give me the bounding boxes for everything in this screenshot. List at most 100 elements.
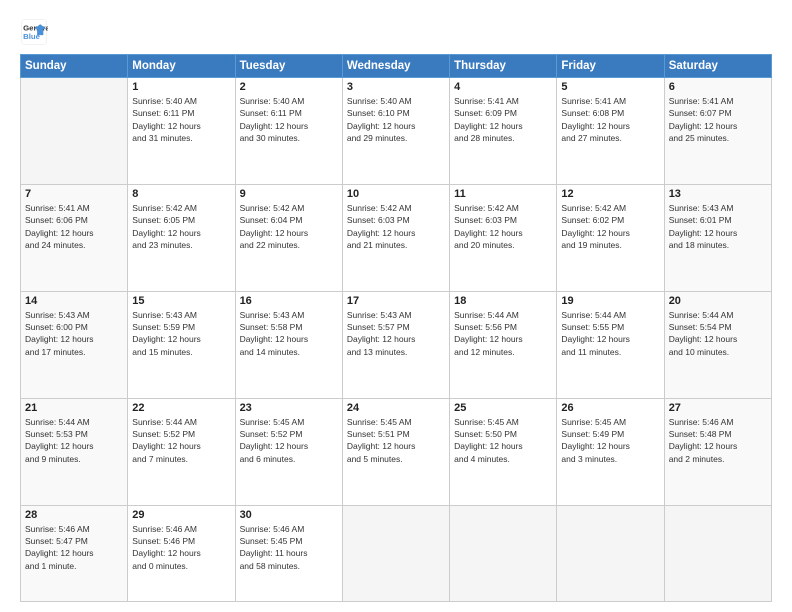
- calendar-day-cell: [21, 78, 128, 185]
- day-number: 29: [132, 509, 230, 521]
- day-info: Sunrise: 5:40 AMSunset: 6:11 PMDaylight:…: [240, 95, 338, 144]
- day-number: 12: [561, 188, 659, 200]
- day-number: 17: [347, 295, 445, 307]
- calendar-day-cell: 25 Sunrise: 5:45 AMSunset: 5:50 PMDayligh…: [450, 398, 557, 505]
- day-number: 11: [454, 188, 552, 200]
- day-number: 16: [240, 295, 338, 307]
- calendar-day-cell: 29 Sunrise: 5:46 AMSunset: 5:46 PMDayligh…: [128, 505, 235, 601]
- day-info: Sunrise: 5:46 AMSunset: 5:46 PMDaylight:…: [132, 523, 230, 572]
- day-info: Sunrise: 5:42 AMSunset: 6:02 PMDaylight:…: [561, 202, 659, 251]
- day-info: Sunrise: 5:41 AMSunset: 6:07 PMDaylight:…: [669, 95, 767, 144]
- day-info: Sunrise: 5:44 AMSunset: 5:55 PMDaylight:…: [561, 309, 659, 358]
- weekday-header-friday: Friday: [557, 55, 664, 78]
- calendar-day-cell: 18Sunrise: 5:44 AMSunset: 5:56 PMDayligh…: [450, 291, 557, 398]
- calendar-day-cell: 13 Sunrise: 5:43 AMSunset: 6:01 PMDayligh…: [664, 184, 771, 291]
- day-info: Sunrise: 5:41 AMSunset: 6:08 PMDaylight:…: [561, 95, 659, 144]
- calendar-day-cell: [557, 505, 664, 601]
- day-number: 2: [240, 81, 338, 93]
- weekday-header-saturday: Saturday: [664, 55, 771, 78]
- day-number: 7: [25, 188, 123, 200]
- weekday-header-thursday: Thursday: [450, 55, 557, 78]
- day-info: Sunrise: 5:41 AMSunset: 6:09 PMDaylight:…: [454, 95, 552, 144]
- calendar-week-row: 14 Sunrise: 5:43 AMSunset: 6:00 PMDayligh…: [21, 291, 772, 398]
- calendar-day-cell: 6 Sunrise: 5:41 AMSunset: 6:07 PMDaylight…: [664, 78, 771, 185]
- calendar-day-cell: 22 Sunrise: 5:44 AMSunset: 5:52 PMDayligh…: [128, 398, 235, 505]
- day-info: Sunrise: 5:40 AMSunset: 6:10 PMDaylight:…: [347, 95, 445, 144]
- calendar-day-cell: [664, 505, 771, 601]
- day-info: Sunrise: 5:42 AMSunset: 6:03 PMDaylight:…: [347, 202, 445, 251]
- calendar-day-cell: 27 Sunrise: 5:46 AMSunset: 5:48 PMDayligh…: [664, 398, 771, 505]
- day-info: Sunrise: 5:43 AMSunset: 5:59 PMDaylight:…: [132, 309, 230, 358]
- calendar-day-cell: 8 Sunrise: 5:42 AMSunset: 6:05 PMDaylight…: [128, 184, 235, 291]
- calendar-day-cell: 21Sunrise: 5:44 AMSunset: 5:53 PMDayligh…: [21, 398, 128, 505]
- calendar-week-row: 21Sunrise: 5:44 AMSunset: 5:53 PMDayligh…: [21, 398, 772, 505]
- weekday-header-sunday: Sunday: [21, 55, 128, 78]
- day-number: 24: [347, 402, 445, 414]
- weekday-header-wednesday: Wednesday: [342, 55, 449, 78]
- logo: General Blue: [20, 18, 48, 46]
- day-number: 6: [669, 81, 767, 93]
- calendar-day-cell: [450, 505, 557, 601]
- calendar-table: SundayMondayTuesdayWednesdayThursdayFrid…: [20, 54, 772, 602]
- day-number: 5: [561, 81, 659, 93]
- day-number: 25: [454, 402, 552, 414]
- day-info: Sunrise: 5:43 AMSunset: 6:01 PMDaylight:…: [669, 202, 767, 251]
- calendar-day-cell: 24Sunrise: 5:45 AMSunset: 5:51 PMDayligh…: [342, 398, 449, 505]
- day-info: Sunrise: 5:42 AMSunset: 6:05 PMDaylight:…: [132, 202, 230, 251]
- calendar-day-cell: 19 Sunrise: 5:44 AMSunset: 5:55 PMDayligh…: [557, 291, 664, 398]
- day-number: 4: [454, 81, 552, 93]
- day-number: 23: [240, 402, 338, 414]
- page: General Blue SundayMondayTuesdayWednesda…: [0, 0, 792, 612]
- day-info: Sunrise: 5:40 AMSunset: 6:11 PMDaylight:…: [132, 95, 230, 144]
- day-number: 15: [132, 295, 230, 307]
- calendar-day-cell: 2 Sunrise: 5:40 AMSunset: 6:11 PMDaylight…: [235, 78, 342, 185]
- calendar-day-cell: 15 Sunrise: 5:43 AMSunset: 5:59 PMDayligh…: [128, 291, 235, 398]
- calendar-day-cell: 28 Sunrise: 5:46 AMSunset: 5:47 PMDayligh…: [21, 505, 128, 601]
- day-info: Sunrise: 5:45 AMSunset: 5:50 PMDaylight:…: [454, 416, 552, 465]
- day-number: 10: [347, 188, 445, 200]
- day-number: 8: [132, 188, 230, 200]
- calendar-day-cell: 26Sunrise: 5:45 AMSunset: 5:49 PMDayligh…: [557, 398, 664, 505]
- day-number: 13: [669, 188, 767, 200]
- calendar-day-cell: 7 Sunrise: 5:41 AMSunset: 6:06 PMDaylight…: [21, 184, 128, 291]
- day-number: 19: [561, 295, 659, 307]
- day-info: Sunrise: 5:45 AMSunset: 5:49 PMDaylight:…: [561, 416, 659, 465]
- day-number: 3: [347, 81, 445, 93]
- calendar-week-row: 7 Sunrise: 5:41 AMSunset: 6:06 PMDaylight…: [21, 184, 772, 291]
- day-info: Sunrise: 5:46 AMSunset: 5:48 PMDaylight:…: [669, 416, 767, 465]
- day-info: Sunrise: 5:42 AMSunset: 6:04 PMDaylight:…: [240, 202, 338, 251]
- day-info: Sunrise: 5:46 AMSunset: 5:47 PMDaylight:…: [25, 523, 123, 572]
- calendar-day-cell: 12 Sunrise: 5:42 AMSunset: 6:02 PMDayligh…: [557, 184, 664, 291]
- calendar-day-cell: 9 Sunrise: 5:42 AMSunset: 6:04 PMDaylight…: [235, 184, 342, 291]
- calendar-day-cell: 4 Sunrise: 5:41 AMSunset: 6:09 PMDaylight…: [450, 78, 557, 185]
- day-number: 1: [132, 81, 230, 93]
- weekday-header-row: SundayMondayTuesdayWednesdayThursdayFrid…: [21, 55, 772, 78]
- day-info: Sunrise: 5:46 AMSunset: 5:45 PMDaylight:…: [240, 523, 338, 572]
- calendar-day-cell: 14 Sunrise: 5:43 AMSunset: 6:00 PMDayligh…: [21, 291, 128, 398]
- day-info: Sunrise: 5:41 AMSunset: 6:06 PMDaylight:…: [25, 202, 123, 251]
- day-number: 27: [669, 402, 767, 414]
- calendar-day-cell: 11Sunrise: 5:42 AMSunset: 6:03 PMDayligh…: [450, 184, 557, 291]
- day-number: 14: [25, 295, 123, 307]
- day-number: 18: [454, 295, 552, 307]
- day-number: 20: [669, 295, 767, 307]
- day-info: Sunrise: 5:45 AMSunset: 5:52 PMDaylight:…: [240, 416, 338, 465]
- day-number: 28: [25, 509, 123, 521]
- calendar-day-cell: 20 Sunrise: 5:44 AMSunset: 5:54 PMDayligh…: [664, 291, 771, 398]
- calendar-day-cell: 17Sunrise: 5:43 AMSunset: 5:57 PMDayligh…: [342, 291, 449, 398]
- weekday-header-monday: Monday: [128, 55, 235, 78]
- day-number: 30: [240, 509, 338, 521]
- calendar-day-cell: 23 Sunrise: 5:45 AMSunset: 5:52 PMDayligh…: [235, 398, 342, 505]
- calendar-day-cell: 30 Sunrise: 5:46 AMSunset: 5:45 PMDayligh…: [235, 505, 342, 601]
- calendar-day-cell: 3 Sunrise: 5:40 AMSunset: 6:10 PMDaylight…: [342, 78, 449, 185]
- calendar-day-cell: [342, 505, 449, 601]
- day-info: Sunrise: 5:43 AMSunset: 6:00 PMDaylight:…: [25, 309, 123, 358]
- logo-icon: General Blue: [20, 18, 48, 46]
- day-info: Sunrise: 5:44 AMSunset: 5:52 PMDaylight:…: [132, 416, 230, 465]
- day-number: 9: [240, 188, 338, 200]
- day-info: Sunrise: 5:44 AMSunset: 5:54 PMDaylight:…: [669, 309, 767, 358]
- calendar-week-row: 28 Sunrise: 5:46 AMSunset: 5:47 PMDayligh…: [21, 505, 772, 601]
- calendar-day-cell: 10 Sunrise: 5:42 AMSunset: 6:03 PMDayligh…: [342, 184, 449, 291]
- day-info: Sunrise: 5:44 AMSunset: 5:53 PMDaylight:…: [25, 416, 123, 465]
- day-number: 22: [132, 402, 230, 414]
